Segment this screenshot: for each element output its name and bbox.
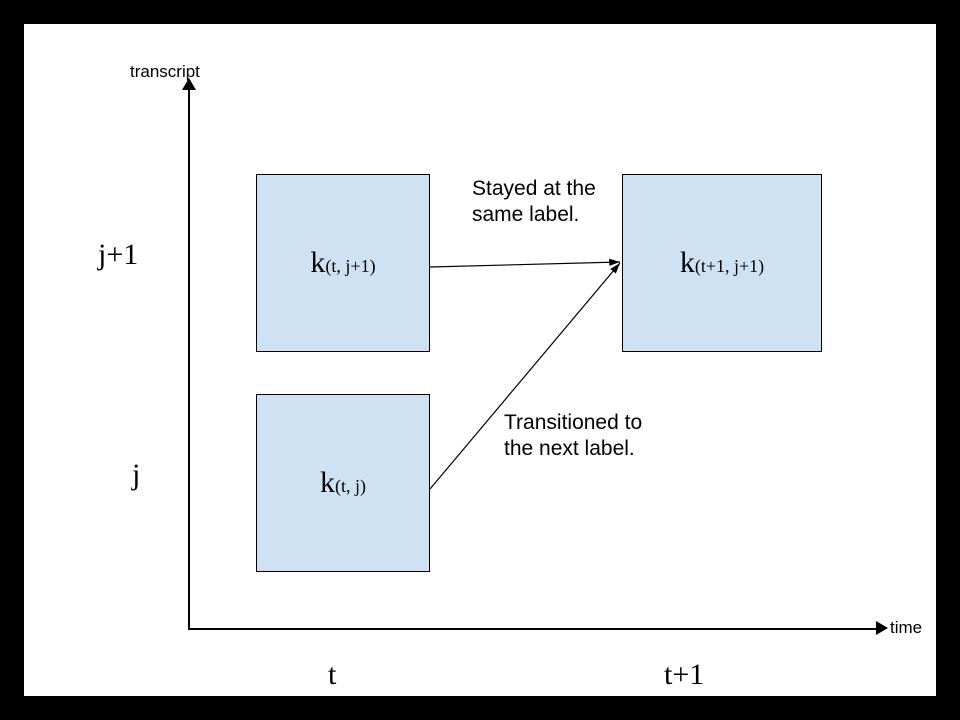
- transition-edges: [24, 24, 936, 696]
- annotation-stayed: Stayed at thesame label.: [472, 176, 596, 229]
- annotation-transitioned: Transitioned tothe next label.: [504, 410, 642, 463]
- x-tick-t: t: [328, 658, 336, 692]
- y-axis-label: transcript: [130, 62, 200, 82]
- diagram-canvas: transcript time j j+1 t t+1 k(t, j+1) k(…: [24, 24, 936, 696]
- edge-stay: [430, 262, 620, 267]
- x-tick-tp1: t+1: [664, 658, 704, 692]
- node-label: k(t+1, j+1): [680, 246, 764, 280]
- y-tick-j: j: [132, 458, 140, 492]
- node-label: k(t, j): [320, 466, 366, 500]
- y-axis-line: [188, 84, 190, 630]
- x-axis-label: time: [890, 618, 922, 638]
- node-t-j: k(t, j): [256, 394, 430, 572]
- y-tick-jp1: j+1: [98, 238, 138, 272]
- node-label: k(t, j+1): [310, 246, 375, 280]
- node-t-jp1: k(t, j+1): [256, 174, 430, 352]
- x-axis-arrow-icon: [876, 621, 888, 635]
- node-tp1-jp1: k(t+1, j+1): [622, 174, 822, 352]
- x-axis-line: [188, 628, 878, 630]
